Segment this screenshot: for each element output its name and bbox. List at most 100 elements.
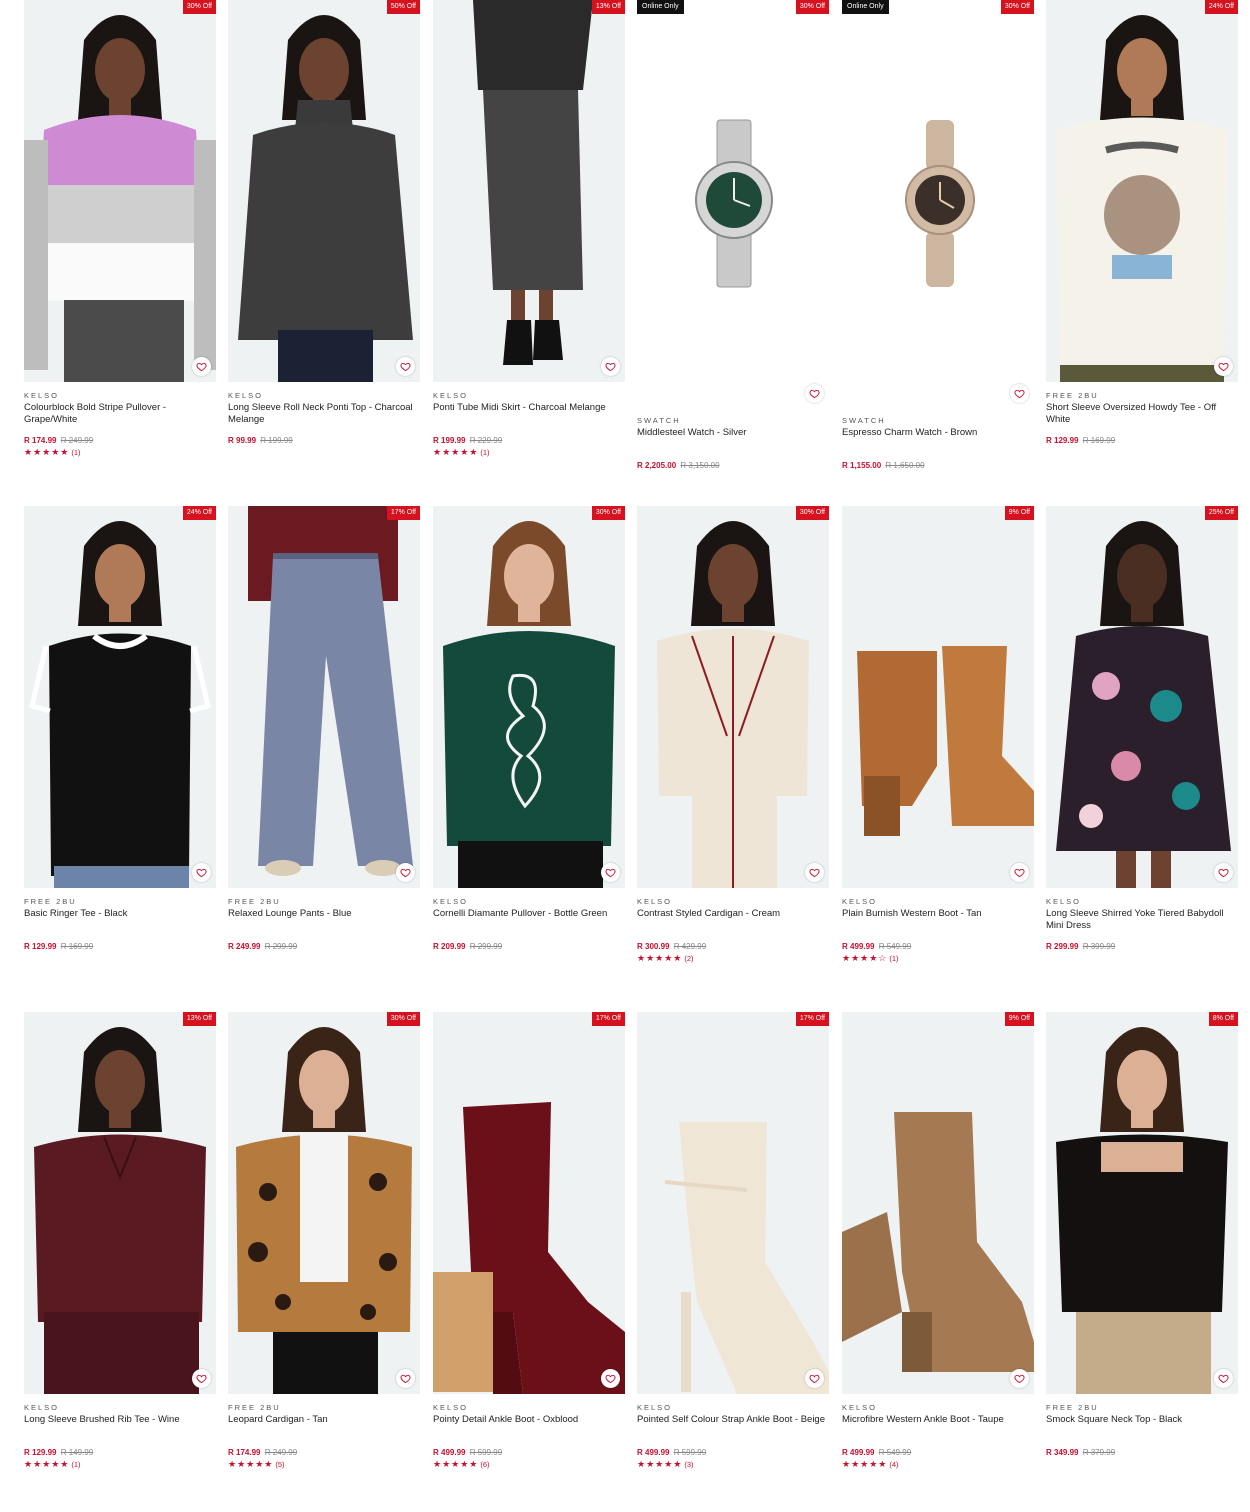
product-name[interactable]: Pointed Self Colour Strap Ankle Boot - B… — [637, 1414, 829, 1437]
product-card[interactable]: Online Only 30% Off SWATCH Middlesteel W… — [637, 0, 829, 490]
wishlist-button[interactable] — [396, 1369, 415, 1388]
product-card[interactable]: 30% Off KELSO Cornelli Diamante Pullover… — [433, 506, 625, 996]
product-name[interactable]: Relaxed Lounge Pants - Blue — [228, 908, 420, 931]
wishlist-button[interactable] — [601, 357, 620, 376]
product-info: KELSO Colourblock Bold Stripe Pullover -… — [24, 391, 216, 458]
product-name[interactable]: Long Sleeve Shirred Yoke Tiered Babydoll… — [1046, 908, 1238, 931]
wishlist-button[interactable] — [1010, 863, 1029, 882]
wishlist-button[interactable] — [396, 863, 415, 882]
wishlist-button[interactable] — [192, 1369, 211, 1388]
discount-badge: 30% Off — [1000, 0, 1034, 14]
product-card[interactable]: 8% Off FREE 2BU Smock Square Neck Top - … — [1046, 1012, 1238, 1502]
product-prices: R 1,155.00 R 1,650.00 — [842, 461, 1034, 471]
heart-outline-icon — [1014, 1374, 1025, 1384]
product-card[interactable]: 17% Off KELSO Pointy Detail Ankle Boot -… — [433, 1012, 625, 1502]
product-card[interactable]: 50% Off KELSO Long Sleeve Roll Neck Pont… — [228, 0, 420, 490]
product-name[interactable]: Espresso Charm Watch - Brown — [842, 427, 1034, 450]
product-card[interactable]: 13% Off KELSO Long Sleeve Brushed Rib Te… — [24, 1012, 216, 1502]
wishlist-button[interactable] — [192, 357, 211, 376]
product-photo — [433, 506, 625, 888]
product-name[interactable]: Middlesteel Watch - Silver — [637, 427, 829, 450]
product-name[interactable]: Ponti Tube Midi Skirt - Charcoal Melange — [433, 402, 625, 425]
product-prices: R 499.99 R 549.99 — [842, 1448, 1034, 1458]
product-image[interactable]: 30% Off — [637, 506, 829, 888]
wishlist-button[interactable] — [1010, 1369, 1029, 1388]
heart-outline-icon — [400, 1374, 411, 1384]
product-prices: R 249.99 R 299.99 — [228, 942, 420, 952]
product-image[interactable]: 13% Off — [433, 0, 625, 382]
product-image[interactable]: 9% Off — [842, 506, 1034, 888]
product-photo — [433, 0, 625, 382]
review-count: (3) — [684, 1460, 694, 1469]
wishlist-button[interactable] — [396, 357, 415, 376]
product-image[interactable]: 9% Off — [842, 1012, 1034, 1394]
discount-badge: 24% Off — [182, 506, 216, 520]
wishlist-button[interactable] — [805, 1369, 824, 1388]
product-rating: ★★★★☆ (1) — [842, 953, 1034, 964]
wishlist-button[interactable] — [1214, 863, 1233, 882]
product-name[interactable]: Contrast Styled Cardigan - Cream — [637, 908, 829, 931]
product-name[interactable]: Short Sleeve Oversized Howdy Tee - Off W… — [1046, 402, 1238, 425]
product-image[interactable]: 30% Off — [433, 506, 625, 888]
heart-outline-icon — [196, 1374, 207, 1384]
original-price: R 379.99 — [1082, 1448, 1116, 1457]
wishlist-button[interactable] — [192, 863, 211, 882]
original-price: R 169.99 — [60, 942, 94, 951]
product-image[interactable]: 30% Off — [228, 1012, 420, 1394]
heart-outline-icon — [196, 868, 207, 878]
product-name[interactable]: Pointy Detail Ankle Boot - Oxblood — [433, 1414, 625, 1437]
wishlist-button[interactable] — [601, 1369, 620, 1388]
product-image[interactable]: 30% Off — [24, 0, 216, 382]
heart-outline-icon — [196, 362, 207, 372]
wishlist-button[interactable] — [601, 863, 620, 882]
product-image[interactable]: 25% Off — [1046, 506, 1238, 888]
product-row: 24% Off FREE 2BU Basic Ringer Tee - Blac… — [24, 506, 1238, 1006]
product-name[interactable]: Colourblock Bold Stripe Pullover - Grape… — [24, 402, 216, 425]
product-card[interactable]: 17% Off FREE 2BU Relaxed Lounge Pants - … — [228, 506, 420, 996]
product-info: KELSO Ponti Tube Midi Skirt - Charcoal M… — [433, 391, 625, 458]
discount-badge: 30% Off — [386, 1012, 420, 1026]
product-card[interactable]: 9% Off KELSO Plain Burnish Western Boot … — [842, 506, 1034, 996]
product-image[interactable]: 17% Off — [637, 1012, 829, 1394]
product-name[interactable]: Microfibre Western Ankle Boot - Taupe — [842, 1414, 1034, 1437]
product-name[interactable]: Long Sleeve Roll Neck Ponti Top - Charco… — [228, 402, 420, 425]
product-card[interactable]: 9% Off KELSO Microfibre Western Ankle Bo… — [842, 1012, 1034, 1502]
product-image[interactable]: 8% Off — [1046, 1012, 1238, 1394]
heart-outline-icon — [400, 868, 411, 878]
product-card[interactable]: 17% Off KELSO Pointed Self Colour Strap … — [637, 1012, 829, 1502]
product-card[interactable]: 24% Off FREE 2BU Basic Ringer Tee - Blac… — [24, 506, 216, 996]
product-image[interactable]: 24% Off — [24, 506, 216, 888]
product-name[interactable]: Plain Burnish Western Boot - Tan — [842, 908, 1034, 931]
product-image[interactable]: 17% Off — [228, 506, 420, 888]
original-price: R 299.99 — [264, 942, 298, 951]
product-name[interactable]: Long Sleeve Brushed Rib Tee - Wine — [24, 1414, 216, 1437]
product-card[interactable]: 30% Off FREE 2BU Leopard Cardigan - Tan … — [228, 1012, 420, 1502]
product-card[interactable]: Online Only 30% Off SWATCH Espresso Char… — [842, 0, 1034, 490]
product-card[interactable]: 30% Off KELSO Contrast Styled Cardigan -… — [637, 506, 829, 996]
product-image[interactable]: 24% Off — [1046, 0, 1238, 382]
product-image[interactable]: 17% Off — [433, 1012, 625, 1394]
product-info: KELSO Cornelli Diamante Pullover - Bottl… — [433, 897, 625, 952]
product-name[interactable]: Basic Ringer Tee - Black — [24, 908, 216, 931]
original-price: R 199.99 — [260, 436, 293, 445]
product-card[interactable]: 30% Off KELSO Colourblock Bold Stripe Pu… — [24, 0, 216, 490]
product-name[interactable]: Smock Square Neck Top - Black — [1046, 1414, 1238, 1437]
wishlist-button[interactable] — [1010, 384, 1029, 403]
product-info: KELSO Long Sleeve Brushed Rib Tee - Wine… — [24, 1403, 216, 1470]
wishlist-button[interactable] — [1214, 1369, 1233, 1388]
product-photo — [1046, 506, 1238, 888]
wishlist-button[interactable] — [805, 863, 824, 882]
wishlist-button[interactable] — [1214, 357, 1233, 376]
wishlist-button[interactable] — [805, 384, 824, 403]
product-image[interactable]: 50% Off — [228, 0, 420, 382]
product-name[interactable]: Cornelli Diamante Pullover - Bottle Gree… — [433, 908, 625, 931]
product-card[interactable]: 25% Off KELSO Long Sleeve Shirred Yoke T… — [1046, 506, 1238, 996]
product-card[interactable]: 13% Off KELSO Ponti Tube Midi Skirt - Ch… — [433, 0, 625, 490]
product-card[interactable]: 24% Off FREE 2BU Short Sleeve Oversized … — [1046, 0, 1238, 490]
product-image[interactable]: 13% Off — [24, 1012, 216, 1394]
product-rating: ★★★★★ (3) — [637, 1459, 829, 1470]
product-image[interactable]: Online Only 30% Off — [842, 0, 1034, 382]
product-name[interactable]: Leopard Cardigan - Tan — [228, 1414, 420, 1437]
discount-badge: 30% Off — [591, 506, 625, 520]
product-image[interactable]: Online Only 30% Off — [637, 0, 829, 382]
